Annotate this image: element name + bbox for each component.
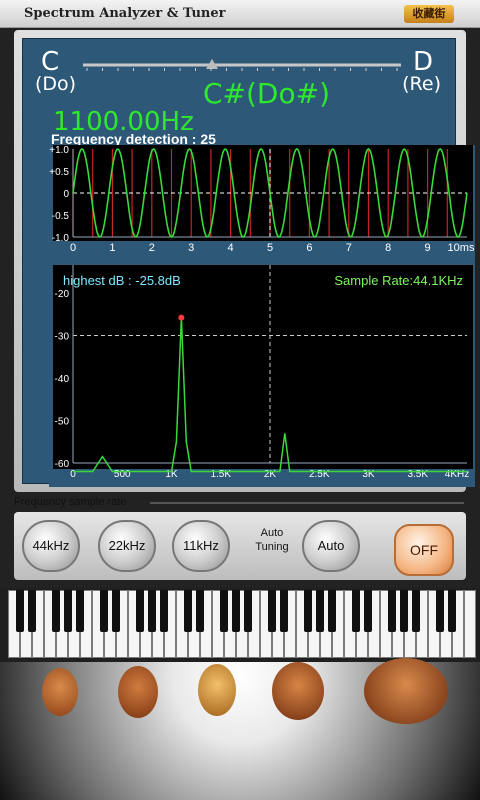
spectrum-chart: -20-30-40-50-60 0 500 1K 1.5K 2K 2.5K 3K 3.5K 4K… <box>49 265 475 487</box>
sample-rate-section-label: Frequency sample rate <box>14 496 127 508</box>
instrument-selector <box>0 658 480 800</box>
black-key[interactable] <box>232 590 240 632</box>
black-key[interactable] <box>220 590 228 632</box>
wave-y-tick: +0.5 <box>49 167 69 178</box>
auto-button[interactable]: Auto <box>302 520 360 572</box>
left-solfege: (Do) <box>35 73 77 95</box>
black-key[interactable] <box>148 590 156 632</box>
sample-rate-11khz-button[interactable]: 11kHz <box>172 520 230 572</box>
auto-tuning-label: Auto Tuning <box>255 527 289 553</box>
black-key[interactable] <box>448 590 456 632</box>
wave-x-tick: 4 <box>228 242 234 254</box>
spec-x-tick: 500 <box>114 469 131 480</box>
wave-y-tick: 0 <box>63 189 69 200</box>
black-key[interactable] <box>412 590 420 632</box>
black-key[interactable] <box>52 590 60 632</box>
wave-x-tick: 7 <box>346 242 352 254</box>
spec-x-tick: 0 <box>70 469 76 480</box>
cello-icon[interactable] <box>272 662 324 720</box>
wave-y-tick: -0.5 <box>52 211 70 222</box>
black-key[interactable] <box>280 590 288 632</box>
double-bass-icon[interactable] <box>364 658 448 724</box>
wave-y-tick: -1.0 <box>52 233 70 244</box>
wave-y-tick: +1.0 <box>49 145 69 156</box>
black-key[interactable] <box>76 590 84 632</box>
detected-note: C#(Do#) <box>203 77 331 110</box>
black-key[interactable] <box>244 590 252 632</box>
viola-icon[interactable] <box>118 666 158 718</box>
app-badge[interactable]: 收藏街 <box>404 5 454 23</box>
spec-x-tick: 2.5K <box>309 469 330 480</box>
black-key[interactable] <box>196 590 204 632</box>
black-key[interactable] <box>364 590 372 632</box>
spec-x-tick: 3K <box>362 469 375 480</box>
wave-x-tick: 9 <box>425 242 431 254</box>
wave-x-tick: 1 <box>109 242 115 254</box>
wave-x-tick: 6 <box>306 242 312 254</box>
black-key[interactable] <box>184 590 192 632</box>
spec-peak-marker <box>178 314 185 321</box>
title-bar: Spectrum Analyzer & Tuner 收藏街 <box>0 0 480 28</box>
off-button[interactable]: OFF <box>394 524 454 576</box>
black-key[interactable] <box>436 590 444 632</box>
app-title: Spectrum Analyzer & Tuner <box>24 6 226 21</box>
black-key[interactable] <box>316 590 324 632</box>
spec-y-tick: -60 <box>55 459 70 470</box>
piano-keyboard[interactable] <box>0 588 480 662</box>
black-key[interactable] <box>16 590 24 632</box>
black-key[interactable] <box>64 590 72 632</box>
black-key[interactable] <box>28 590 36 632</box>
wave-x-tick: 5 <box>267 242 273 254</box>
wave-x-tick: 3 <box>188 242 194 254</box>
sample-rate-22khz-button[interactable]: 22kHz <box>98 520 156 572</box>
spec-y-tick: -50 <box>55 417 70 428</box>
spec-x-tick: 1.5K <box>210 469 231 480</box>
spec-x-tick: 4KHz <box>445 469 469 480</box>
wave-x-tick: 8 <box>385 242 391 254</box>
black-key[interactable] <box>268 590 276 632</box>
black-key[interactable] <box>160 590 168 632</box>
sample-rate-44khz-button[interactable]: 44kHz <box>22 520 80 572</box>
right-solfege: (Re) <box>402 73 441 95</box>
display-panel: C (Do) D (Re) C#(Do#) 1100.00Hz Frequenc… <box>22 38 475 487</box>
spec-x-tick: 3.5K <box>407 469 428 480</box>
black-key[interactable] <box>100 590 108 632</box>
black-key[interactable] <box>388 590 396 632</box>
black-key[interactable] <box>352 590 360 632</box>
violin-icon[interactable] <box>42 668 78 716</box>
spec-x-tick: 2K <box>264 469 277 480</box>
section-divider <box>150 502 464 504</box>
black-key[interactable] <box>304 590 312 632</box>
black-key[interactable] <box>328 590 336 632</box>
guitar-icon[interactable] <box>198 664 236 716</box>
white-key[interactable] <box>464 590 476 658</box>
black-key[interactable] <box>400 590 408 632</box>
spec-y-tick: -40 <box>55 374 70 385</box>
wave-x-tick: 10ms <box>448 242 475 254</box>
wave-x-tick: 2 <box>149 242 155 254</box>
spec-y-tick: -30 <box>55 332 70 343</box>
pitch-scale <box>83 59 401 71</box>
black-key[interactable] <box>112 590 120 632</box>
sample-rate-label: Sample Rate:44.1KHz <box>334 273 463 288</box>
black-key[interactable] <box>136 590 144 632</box>
spec-y-tick: -20 <box>55 289 70 300</box>
highest-db-label: highest dB : -25.8dB <box>63 273 181 288</box>
wave-x-tick: 0 <box>70 242 76 254</box>
